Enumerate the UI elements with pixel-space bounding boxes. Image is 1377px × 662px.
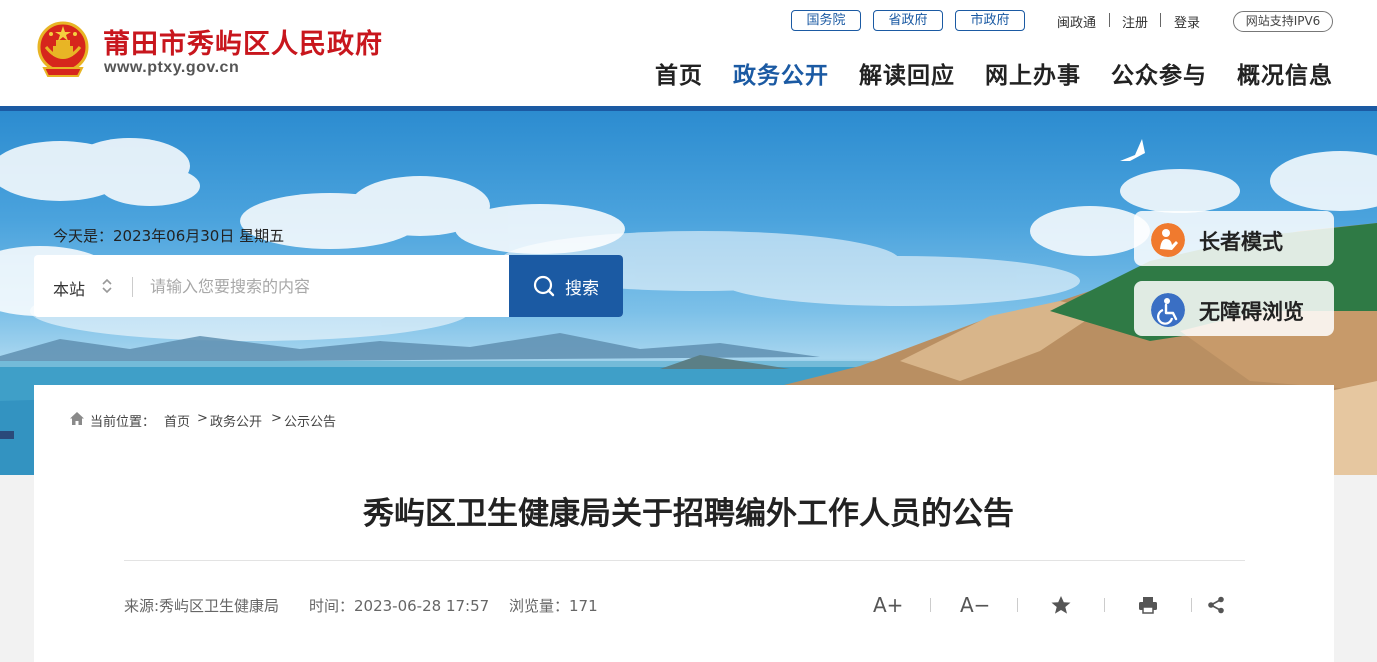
- font-decrease-button[interactable]: A−: [960, 593, 990, 617]
- breadcrumb-announcements[interactable]: 公示公告: [284, 411, 336, 430]
- font-increase-button[interactable]: A+: [873, 593, 903, 617]
- nav-public-participation[interactable]: 公众参与: [1111, 56, 1207, 90]
- link-minzhengtong[interactable]: 闽政通: [1057, 12, 1096, 31]
- article-views: 浏览量：171: [509, 597, 598, 615]
- article-time: 时间：2023-06-28 17:57: [309, 597, 490, 615]
- link-register[interactable]: 注册: [1122, 12, 1148, 31]
- search-input[interactable]: [150, 268, 490, 304]
- article-source: 来源:秀屿区卫生健康局: [124, 597, 280, 615]
- link-login[interactable]: 登录: [1174, 12, 1200, 31]
- tool-separator: [1017, 598, 1018, 612]
- accessible-browse-label[interactable]: 无障碍浏览: [1199, 296, 1304, 326]
- share-icon[interactable]: [1207, 596, 1225, 614]
- breadcrumb-label: 当前位置：: [90, 415, 156, 430]
- nav-online-services[interactable]: 网上办事: [985, 56, 1081, 90]
- site-title[interactable]: 莆田市秀屿区人民政府: [103, 22, 383, 61]
- site-url[interactable]: www.ptxy.gov.cn: [104, 59, 239, 77]
- star-icon[interactable]: [1050, 595, 1072, 615]
- search-button-label[interactable]: 搜索: [565, 274, 599, 299]
- link-city-gov[interactable]: 市政府: [955, 10, 1025, 31]
- breadcrumb-home[interactable]: 首页: [164, 411, 190, 430]
- nav-home[interactable]: 首页: [655, 56, 703, 90]
- print-icon[interactable]: [1138, 596, 1158, 614]
- wheelchair-icon[interactable]: [1151, 293, 1185, 327]
- elder-icon[interactable]: [1151, 223, 1185, 257]
- search-scope-divider: [132, 277, 133, 297]
- ipv6-badge: 网站支持IPV6: [1233, 11, 1333, 32]
- breadcrumb-separator: >: [197, 411, 208, 426]
- breadcrumb-separator: >: [271, 411, 282, 426]
- search-icon[interactable]: [533, 275, 555, 297]
- article-title: 秀屿区卫生健康局关于招聘编外工作人员的公告: [363, 496, 1014, 532]
- top-link-separator: [1109, 13, 1110, 27]
- elder-mode-label[interactable]: 长者模式: [1199, 226, 1283, 256]
- tool-separator: [1104, 598, 1105, 612]
- breadcrumb-gov-affairs[interactable]: 政务公开: [210, 411, 262, 430]
- current-date: 今天是：2023年06月30日 星期五: [53, 227, 285, 245]
- link-state-council[interactable]: 国务院: [791, 10, 861, 31]
- nav-interpretation[interactable]: 解读回应: [859, 56, 955, 90]
- link-province-gov[interactable]: 省政府: [873, 10, 943, 31]
- home-icon: [70, 412, 84, 425]
- search-scope-select[interactable]: 本站: [53, 276, 85, 300]
- tool-separator: [930, 598, 931, 612]
- title-divider: [124, 560, 1245, 561]
- emblem-icon[interactable]: [34, 20, 92, 80]
- tool-separator: [1191, 598, 1192, 612]
- chevron-updown-icon[interactable]: [101, 278, 113, 294]
- nav-overview[interactable]: 概况信息: [1237, 56, 1333, 90]
- nav-gov-affairs[interactable]: 政务公开: [733, 56, 829, 90]
- top-link-separator: [1160, 13, 1161, 27]
